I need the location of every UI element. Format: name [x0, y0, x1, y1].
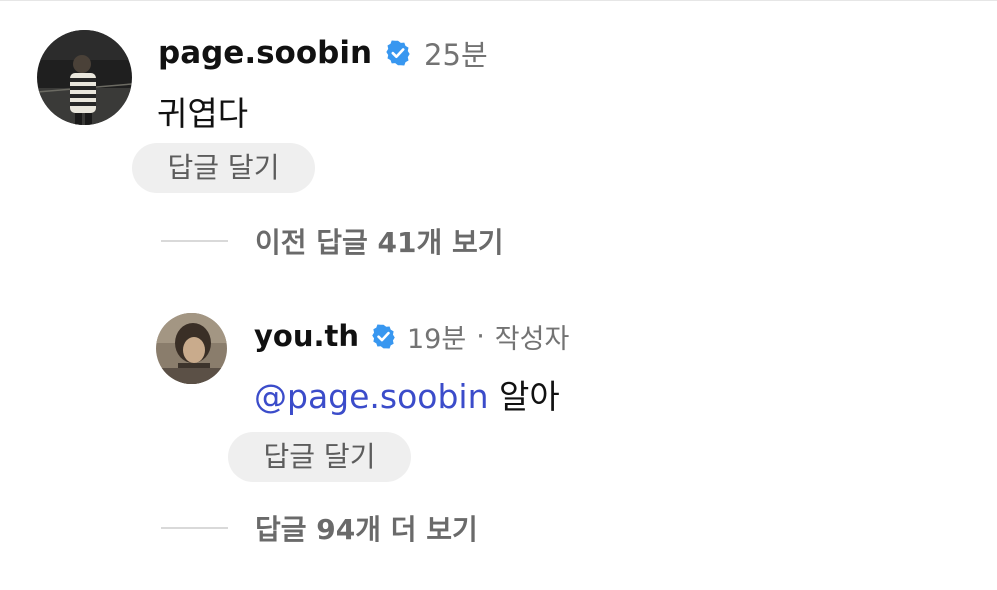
verified-badge-icon: [384, 39, 412, 67]
separator-dot: ·: [476, 320, 485, 352]
avatar-page-soobin[interactable]: [37, 30, 132, 125]
view-more-replies-label: 답글 94개 더 보기: [255, 513, 478, 546]
thread-line: [161, 527, 228, 529]
view-previous-replies[interactable]: 이전 답글 41개 보기: [161, 220, 504, 262]
avatar-photo-page-soobin: [37, 30, 132, 125]
verified-badge-icon: [370, 323, 397, 350]
view-previous-replies-label: 이전 답글 41개 보기: [255, 226, 504, 259]
reply-button[interactable]: 답글 달기: [228, 432, 411, 482]
reply-text: @page.soobin 알아: [254, 370, 560, 418]
comments-thread: page.soobin 25분 귀엽다 답글 달기 이전 답글 41개 보기 y…: [0, 0, 997, 590]
reply-button[interactable]: 답글 달기: [132, 143, 315, 193]
reply-header: you.th 19분 · 작성자: [254, 314, 569, 358]
comment-header: page.soobin 25분: [158, 30, 488, 76]
username-you-th[interactable]: you.th: [254, 319, 359, 353]
reply-body: 알아: [499, 377, 560, 416]
avatar-you-th[interactable]: [156, 313, 227, 384]
reply-time: 19분: [407, 323, 467, 355]
comment-text: 귀엽다: [157, 94, 249, 133]
thread-line: [161, 240, 228, 242]
mention-link[interactable]: @page.soobin: [254, 377, 489, 416]
username-page-soobin[interactable]: page.soobin: [158, 35, 372, 71]
author-tag: 작성자: [494, 323, 570, 355]
comment-time: 25분: [424, 38, 488, 72]
view-more-replies[interactable]: 답글 94개 더 보기: [161, 507, 478, 549]
top-divider: [0, 0, 997, 1]
avatar-photo-you-th: [156, 313, 227, 384]
